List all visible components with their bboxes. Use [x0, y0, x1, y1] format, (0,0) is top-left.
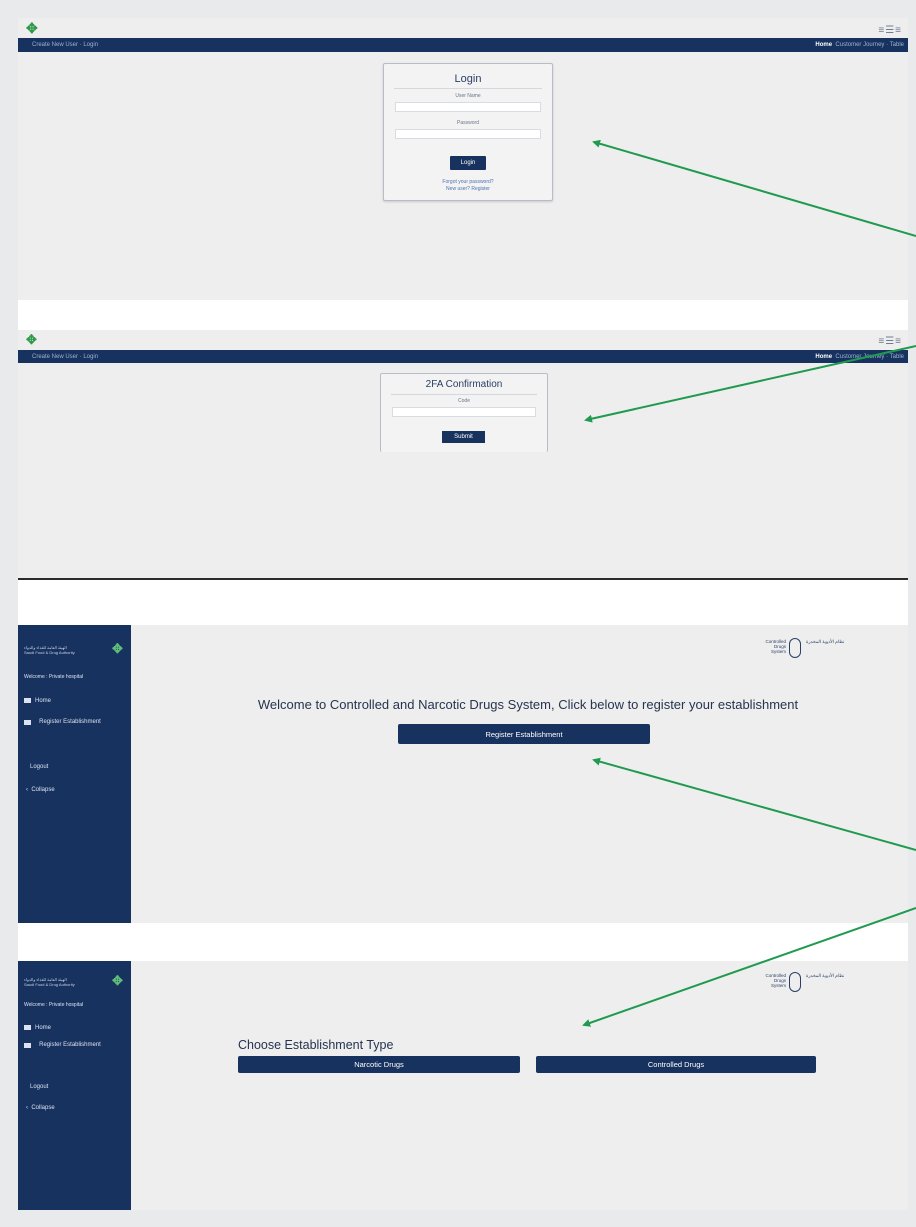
annotation-arrows [582, 139, 916, 1027]
arrow-to-register-button [592, 757, 916, 851]
arrow-to-twofa-card [584, 345, 916, 423]
arrow-to-type-buttons [582, 907, 916, 1027]
arrow-to-login-card [592, 139, 916, 237]
